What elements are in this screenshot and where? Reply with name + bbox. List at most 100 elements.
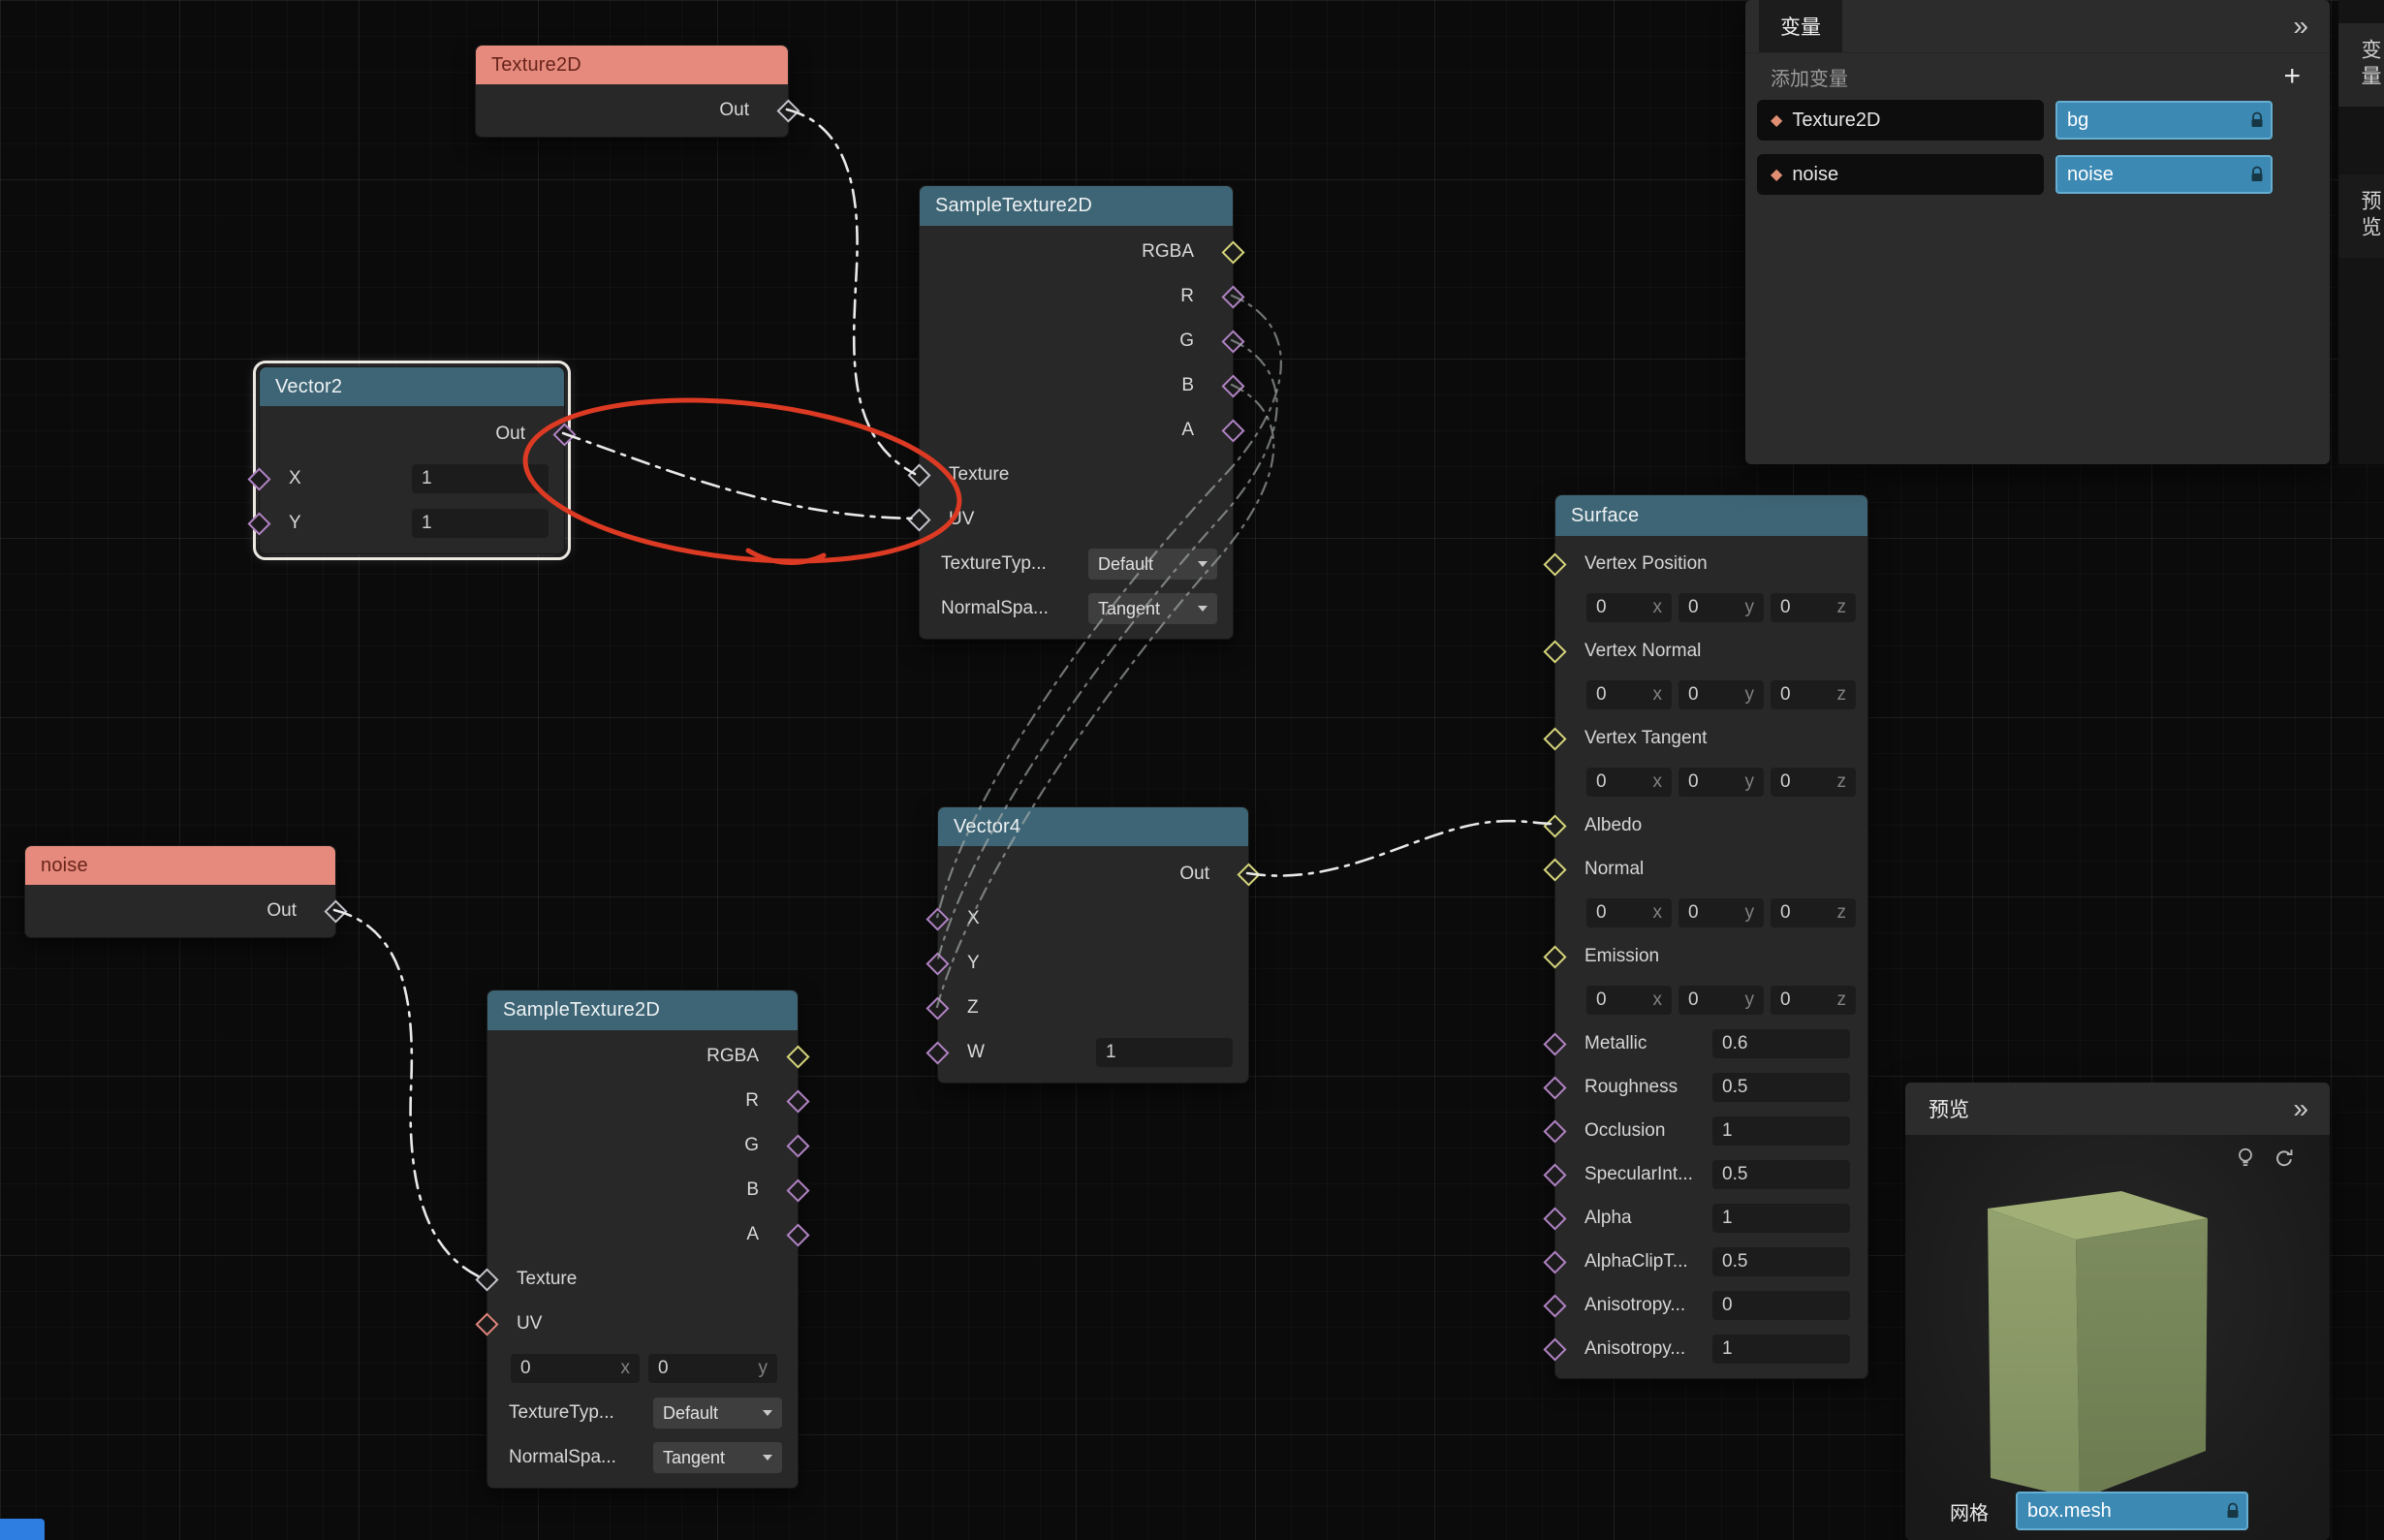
x-field[interactable]: 0x — [1586, 768, 1672, 797]
z-field[interactable]: 0z — [1771, 593, 1856, 622]
input-port-vertex-position[interactable] — [1543, 552, 1566, 576]
input-port-texture[interactable] — [907, 463, 930, 487]
mesh-input[interactable] — [2016, 1492, 2248, 1530]
z-field[interactable]: 0z — [1771, 680, 1856, 709]
y-field[interactable]: 0y — [1678, 593, 1764, 622]
node-title[interactable]: noise — [25, 846, 335, 885]
input-port-normal[interactable] — [1543, 858, 1566, 881]
roughness-field[interactable]: 0.5 — [1712, 1073, 1850, 1102]
tab-preview[interactable]: 预览 — [2338, 174, 2384, 258]
node-title[interactable]: Vector2 — [260, 367, 564, 406]
input-port-vertex-normal[interactable] — [1543, 640, 1566, 663]
node-sampletexture2d-bottom[interactable]: SampleTexture2D RGBA R G B A Texture UV … — [486, 990, 799, 1489]
output-port-b[interactable] — [786, 1179, 809, 1202]
wire-texture2d-to-sample-texture[interactable] — [787, 110, 915, 474]
x-field[interactable]: 0x — [1586, 593, 1672, 622]
variable-name-input-bg[interactable] — [2055, 101, 2273, 140]
y-value-field[interactable]: 1 — [412, 509, 549, 538]
output-port-a[interactable] — [1221, 419, 1244, 442]
input-port-w[interactable] — [925, 1041, 949, 1064]
input-port-alpha-clip[interactable] — [1543, 1250, 1566, 1273]
wire-vector2-to-sample-uv[interactable] — [563, 433, 915, 519]
normal-space-dropdown[interactable]: Tangent — [1088, 593, 1217, 624]
input-port-anisotropy-b[interactable] — [1543, 1337, 1566, 1361]
variable-pill-texture2d[interactable]: ◆ Texture2D — [1757, 100, 2044, 141]
collapse-panel-icon[interactable]: » — [2293, 13, 2308, 40]
node-title[interactable]: Surface — [1555, 495, 1867, 536]
input-port-emission[interactable] — [1543, 945, 1566, 968]
input-port-albedo[interactable] — [1543, 814, 1566, 837]
z-field[interactable]: 0z — [1771, 986, 1856, 1015]
node-noise-variable[interactable]: noise Out — [24, 845, 336, 938]
texture-type-dropdown[interactable]: Default — [1088, 549, 1217, 580]
w-value-field[interactable]: 1 — [1096, 1038, 1233, 1067]
uv-y-field[interactable]: 0y — [648, 1354, 777, 1383]
variable-pill-noise[interactable]: ◆ noise — [1757, 154, 2044, 195]
variables-panel-tab[interactable]: 变量 — [1759, 0, 1842, 52]
x-field[interactable]: 0x — [1586, 680, 1672, 709]
y-field[interactable]: 0y — [1678, 768, 1764, 797]
alpha-field[interactable]: 1 — [1712, 1204, 1850, 1233]
output-port-out[interactable] — [552, 423, 576, 446]
x-field[interactable]: 0x — [1586, 898, 1672, 927]
anisotropy-b-field[interactable]: 1 — [1712, 1335, 1850, 1364]
input-port-metallic[interactable] — [1543, 1032, 1566, 1055]
z-field[interactable]: 0z — [1771, 768, 1856, 797]
input-port-uv[interactable] — [907, 508, 930, 531]
output-port-out[interactable] — [1237, 863, 1260, 886]
output-port-r[interactable] — [786, 1089, 809, 1113]
output-port-out[interactable] — [324, 899, 347, 923]
input-port-z[interactable] — [925, 996, 949, 1020]
output-port-rgba[interactable] — [786, 1045, 809, 1068]
z-field[interactable]: 0z — [1771, 898, 1856, 927]
input-port-uv[interactable] — [475, 1312, 498, 1336]
variable-name-input-noise[interactable] — [2055, 155, 2273, 194]
output-port-rgba[interactable] — [1221, 240, 1244, 264]
anisotropy-a-field[interactable]: 0 — [1712, 1291, 1850, 1320]
preview-viewport[interactable]: 网格 — [1905, 1135, 2330, 1540]
input-port-alpha[interactable] — [1543, 1207, 1566, 1230]
input-port-vertex-tangent[interactable] — [1543, 727, 1566, 750]
node-title[interactable]: SampleTexture2D — [487, 990, 798, 1030]
input-port-occlusion[interactable] — [1543, 1119, 1566, 1143]
input-port-anisotropy-a[interactable] — [1543, 1294, 1566, 1317]
input-port-x[interactable] — [247, 467, 270, 490]
specular-field[interactable]: 0.5 — [1712, 1160, 1850, 1189]
output-port-b[interactable] — [1221, 374, 1244, 397]
collapse-panel-icon[interactable]: » — [2293, 1095, 2308, 1122]
node-vector2[interactable]: Vector2 Out X 1 Y 1 — [259, 366, 565, 554]
alpha-clip-field[interactable]: 0.5 — [1712, 1247, 1850, 1276]
input-port-specular-intensity[interactable] — [1543, 1163, 1566, 1186]
node-vector4[interactable]: Vector4 Out X Y Z W 1 — [937, 806, 1249, 1084]
metallic-field[interactable]: 0.6 — [1712, 1029, 1850, 1058]
uv-x-field[interactable]: 0x — [511, 1354, 640, 1383]
node-title[interactable]: Texture2D — [476, 46, 788, 84]
output-port-r[interactable] — [1221, 285, 1244, 308]
output-port-g[interactable] — [786, 1134, 809, 1157]
input-port-texture[interactable] — [475, 1268, 498, 1291]
output-port-g[interactable] — [1221, 330, 1244, 353]
node-title[interactable]: SampleTexture2D — [920, 186, 1233, 226]
add-variable-button[interactable]: + — [2283, 62, 2301, 91]
input-port-roughness[interactable] — [1543, 1076, 1566, 1099]
input-port-x[interactable] — [925, 907, 949, 930]
tab-variables[interactable]: 变量 — [2338, 23, 2384, 107]
node-surface[interactable]: Surface Vertex Position 0x 0y 0z Vertex … — [1554, 494, 1868, 1379]
wire-noise-to-sample-texture[interactable] — [334, 910, 483, 1278]
input-port-y[interactable] — [247, 512, 270, 535]
y-field[interactable]: 0y — [1678, 680, 1764, 709]
bottom-left-blue-button[interactable] — [0, 1519, 45, 1540]
node-sampletexture2d-top[interactable]: SampleTexture2D RGBA R G B A Texture UV … — [919, 185, 1234, 640]
output-port-out[interactable] — [776, 99, 800, 122]
occlusion-field[interactable]: 1 — [1712, 1116, 1850, 1146]
input-port-y[interactable] — [925, 952, 949, 975]
node-title[interactable]: Vector4 — [938, 807, 1248, 846]
wire-vector4-to-surface-albedo[interactable] — [1247, 821, 1551, 875]
y-field[interactable]: 0y — [1678, 986, 1764, 1015]
output-port-a[interactable] — [786, 1223, 809, 1246]
texture-type-dropdown[interactable]: Default — [653, 1398, 782, 1429]
x-field[interactable]: 0x — [1586, 986, 1672, 1015]
x-value-field[interactable]: 1 — [412, 464, 549, 493]
normal-space-dropdown[interactable]: Tangent — [653, 1442, 782, 1473]
y-field[interactable]: 0y — [1678, 898, 1764, 927]
